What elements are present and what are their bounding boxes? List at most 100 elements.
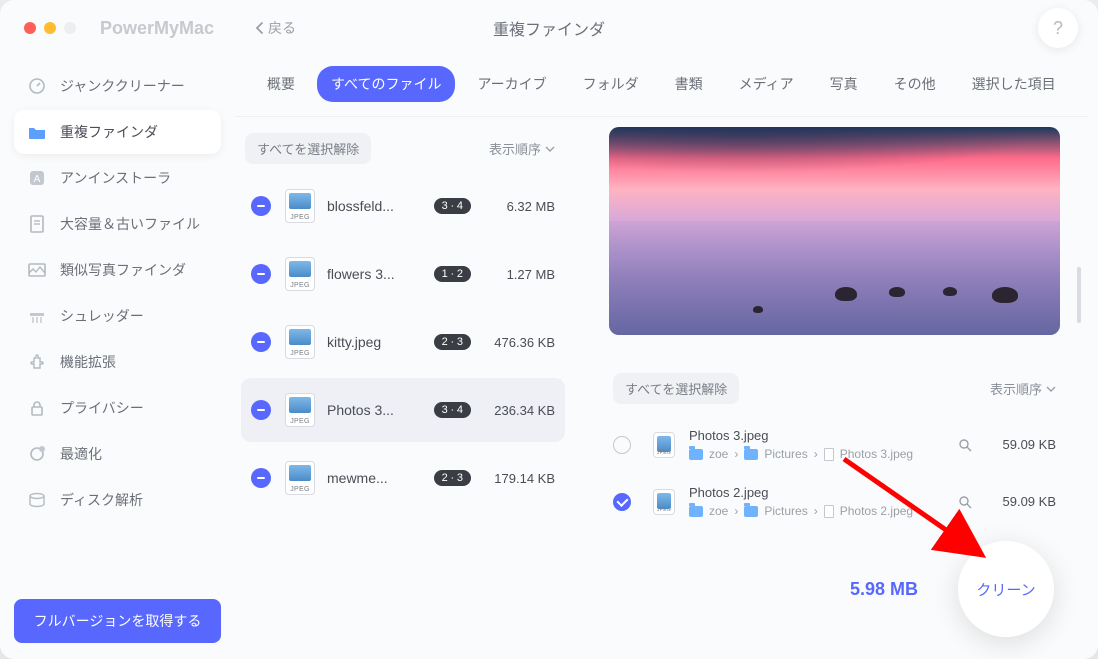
folder-icon [744,449,758,460]
sidebar-item-label: アンインストーラ [60,168,171,188]
jpeg-thumbnail-icon: JPEG [285,393,315,427]
sidebar-item-7[interactable]: プライバシー [14,386,221,430]
sidebar-item-9[interactable]: ディスク解析 [14,478,221,522]
sidebar-item-8[interactable]: 最適化 [14,432,221,476]
sidebar-item-label: ディスク解析 [60,490,143,510]
count-badge: 3 ∙ 4 [434,402,471,418]
folder-icon [689,449,703,460]
clean-button[interactable]: クリーン [958,541,1054,637]
group-row[interactable]: JPEG kitty.jpeg 2 ∙ 3 476.36 KB [241,310,565,374]
disk-icon [26,489,48,511]
reveal-icon[interactable] [958,438,972,452]
sort-label: 表示順序 [489,139,541,158]
detail-sort-button[interactable]: 表示順序 [990,379,1056,398]
group-rows: JPEG blossfeld... 3 ∙ 4 6.32 MB JPEG flo… [241,174,565,659]
scrollbar[interactable] [1076,267,1082,607]
file-item: JPEG Photos 3.jpeg zoe › Pictures › Phot… [609,422,1060,479]
help-button[interactable]: ? [1038,8,1078,48]
detail-header: すべてを選択解除 表示順序 [609,335,1060,422]
sidebar-item-4[interactable]: 類似写真ファインダ [14,248,221,292]
sidebar: ジャンククリーナー重複ファインダ Aアンインストーラ大容量＆古いファイル類似写真フ… [0,56,235,659]
sidebar-item-label: シュレッダー [60,306,144,326]
content: すべてを選択解除 表示順序 JPEG blossfeld... 3 ∙ 4 6.… [235,117,1088,659]
tab-6[interactable]: 写真 [816,66,872,102]
group-size: 6.32 MB [481,199,555,214]
deselect-all-button[interactable]: すべてを選択解除 [245,133,371,164]
folder-icon [744,506,758,517]
tab-1[interactable]: すべてのファイル [317,66,455,102]
group-name: mewme... [327,470,424,486]
close-dot[interactable] [24,22,36,34]
footer: 5.98 MB クリーン [850,541,1054,637]
file-item: JPEG Photos 2.jpeg zoe › Pictures › Phot… [609,479,1060,536]
full-version-button[interactable]: フルバージョンを取得する [14,599,221,643]
jpeg-thumbnail-icon: JPEG [285,325,315,359]
sidebar-item-3[interactable]: 大容量＆古いファイル [14,202,221,246]
detail-deselect-all-button[interactable]: すべてを選択解除 [613,373,739,404]
file-size: 59.09 KB [984,494,1056,509]
sidebar-item-0[interactable]: ジャンククリーナー [14,64,221,108]
sidebar-item-2[interactable]: Aアンインストーラ [14,156,221,200]
sidebar-item-5[interactable]: シュレッダー [14,294,221,338]
deselect-icon[interactable] [251,468,271,488]
group-size: 236.34 KB [481,403,555,418]
page-title: 重複ファインダ [493,16,605,40]
tab-4[interactable]: 書類 [661,66,717,102]
app-title: PowerMyMac [100,18,214,39]
image-icon [26,259,48,281]
sidebar-item-label: プライバシー [60,398,144,418]
file-list: JPEG Photos 3.jpeg zoe › Pictures › Phot… [609,422,1060,536]
fullscreen-dot[interactable] [64,22,76,34]
reveal-icon[interactable] [958,495,972,509]
detail-sort-label: 表示順序 [990,379,1042,398]
sidebar-item-label: 機能拡張 [60,352,116,372]
folder-icon [26,121,48,143]
sidebar-item-6[interactable]: 機能拡張 [14,340,221,384]
file-name: Photos 3.jpeg [689,428,946,443]
tab-3[interactable]: フォルダ [569,66,653,102]
tab-5[interactable]: メディア [725,66,808,102]
group-row[interactable]: JPEG mewme... 2 ∙ 3 179.14 KB [241,446,565,510]
back-button[interactable]: 戻る [254,18,296,38]
tab-7[interactable]: その他 [880,66,950,102]
sidebar-item-1[interactable]: 重複ファインダ [14,110,221,154]
duplicate-groups-column: すべてを選択解除 表示順序 JPEG blossfeld... 3 ∙ 4 6.… [235,117,575,659]
boost-icon [26,443,48,465]
sidebar-items: ジャンククリーナー重複ファインダ Aアンインストーラ大容量＆古いファイル類似写真フ… [14,64,221,599]
deselect-icon[interactable] [251,332,271,352]
tab-2[interactable]: アーカイブ [463,66,560,102]
tab-0[interactable]: 概要 [253,66,309,102]
sidebar-item-label: ジャンククリーナー [60,76,185,96]
count-badge: 2 ∙ 3 [434,470,471,486]
group-name: kitty.jpeg [327,334,424,350]
file-path: zoe › Pictures › Photos 2.jpeg [689,504,946,518]
plugin-icon [26,351,48,373]
minimize-dot[interactable] [44,22,56,34]
count-badge: 1 ∙ 2 [434,266,471,282]
tabs: 概要すべてのファイルアーカイブフォルダ書類メディア写真その他選択した項目 [235,56,1088,117]
doc-icon [824,448,834,461]
group-row[interactable]: JPEG flowers 3... 1 ∙ 2 1.27 MB [241,242,565,306]
jpeg-thumbnail-icon: JPEG [285,257,315,291]
deselect-icon[interactable] [251,196,271,216]
group-size: 476.36 KB [481,335,555,350]
group-row[interactable]: JPEG Photos 3... 3 ∙ 4 236.34 KB [241,378,565,442]
traffic-lights [24,22,76,34]
tab-8[interactable]: 選択した項目 [958,66,1070,102]
gauge-icon [26,75,48,97]
sidebar-item-label: 類似写真ファインダ [60,260,186,280]
group-name: flowers 3... [327,266,424,282]
group-row[interactable]: JPEG blossfeld... 3 ∙ 4 6.32 MB [241,174,565,238]
deselect-icon[interactable] [251,400,271,420]
file-icon [26,213,48,235]
deselect-icon[interactable] [251,264,271,284]
shred-icon [26,305,48,327]
titlebar: PowerMyMac 戻る 重複ファインダ ? [0,0,1098,56]
chevron-down-icon [545,146,555,152]
sort-button[interactable]: 表示順序 [489,139,555,158]
sidebar-item-label: 重複ファインダ [60,122,158,142]
count-badge: 3 ∙ 4 [434,198,471,214]
checkbox[interactable] [613,493,631,511]
main-panel: 概要すべてのファイルアーカイブフォルダ書類メディア写真その他選択した項目 すべて… [235,56,1098,659]
checkbox[interactable] [613,436,631,454]
